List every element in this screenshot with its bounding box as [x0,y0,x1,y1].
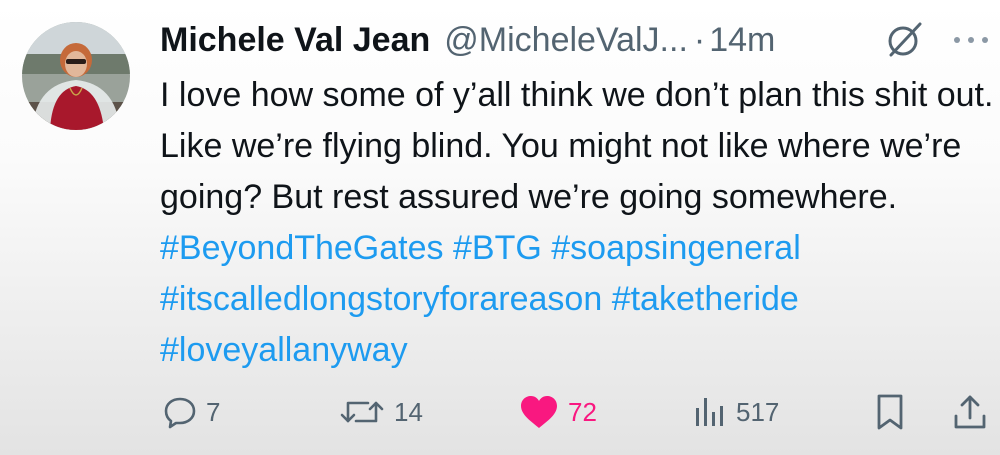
handle[interactable]: @MicheleValJ... [444,21,688,60]
repost-button[interactable]: 14 [338,384,423,440]
views-count: 517 [736,396,780,427]
hashtag-link[interactable]: #BTG [453,229,542,267]
share-button[interactable] [952,384,988,440]
reply-count: 7 [206,396,221,427]
separator-dot: · [693,20,706,59]
hashtag-link[interactable]: #soapsingeneral [551,229,801,267]
share-icon [954,395,986,429]
tweet-text: I love how some of y’all think we don’t … [160,70,995,376]
like-count: 72 [568,396,597,427]
like-button[interactable]: 72 [518,384,597,440]
avatar-image [22,22,130,130]
tweet-header: Michele Val Jean @MicheleValJ... · 14m [160,16,775,64]
hashtag-link[interactable]: #taketheride [612,280,799,318]
display-name[interactable]: Michele Val Jean [160,21,430,60]
views-button[interactable]: 517 [692,384,779,440]
repost-count: 14 [394,396,423,427]
bookmark-icon [877,394,903,430]
grok-icon[interactable] [884,20,924,60]
tweet-body: I love how some of y’all think we don’t … [160,76,994,216]
more-icon[interactable] [950,30,992,50]
avatar[interactable] [22,22,130,130]
hashtag-link[interactable]: #itscalledlongstoryforareason [160,280,602,318]
hashtag-link[interactable]: #loveyallanyway [160,331,408,369]
repost-icon [340,401,384,423]
tweet-actions: 7 14 72 517 [0,384,1000,440]
tweet-card[interactable]: Michele Val Jean @MicheleValJ... · 14m I… [0,0,1000,455]
views-icon [696,398,723,426]
timestamp[interactable]: 14m [709,21,775,60]
reply-icon [164,397,196,429]
bookmark-button[interactable] [874,384,906,440]
reply-button[interactable]: 7 [162,384,220,440]
hashtag-link[interactable]: #BeyondTheGates [160,229,444,267]
heart-icon [521,396,557,428]
